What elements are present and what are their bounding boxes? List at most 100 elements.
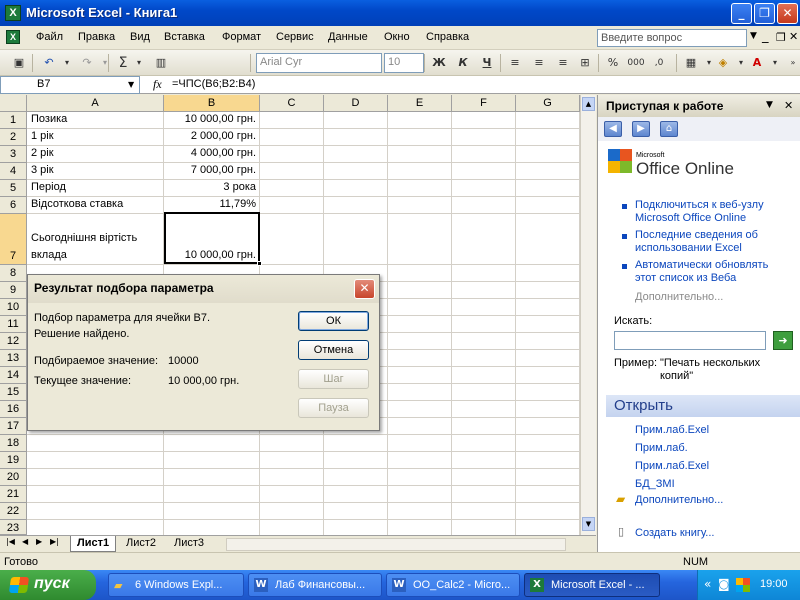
pause-button[interactable]: Пауза: [298, 398, 369, 418]
row-header-19[interactable]: 19: [0, 452, 27, 469]
menu-window[interactable]: Окно: [384, 31, 410, 43]
row-header-7[interactable]: 7: [0, 214, 27, 265]
minimize-button[interactable]: _: [731, 3, 752, 24]
search-go-icon[interactable]: ➜: [773, 331, 793, 350]
column-header-g[interactable]: G: [516, 95, 580, 112]
cell-a5[interactable]: Період: [31, 181, 66, 193]
show-hidden-icons-icon[interactable]: «: [704, 577, 711, 591]
first-sheet-icon[interactable]: |◀: [6, 537, 15, 546]
column-header-a[interactable]: A: [27, 95, 164, 112]
align-right-icon[interactable]: ≡: [554, 54, 572, 72]
last-sheet-icon[interactable]: ▶|: [50, 537, 59, 546]
network-icon[interactable]: ◙: [718, 577, 730, 591]
row-header-17[interactable]: 17: [0, 418, 27, 435]
cell-b3[interactable]: 4 000,00 грн.: [164, 147, 256, 159]
redo-icon[interactable]: ↷: [78, 54, 96, 72]
bold-button[interactable]: Ж: [430, 54, 448, 72]
link-autoupdate-line2[interactable]: этот список из Веба: [635, 272, 736, 285]
borders-icon[interactable]: ▦: [682, 54, 700, 72]
row-header-23[interactable]: 23: [0, 520, 27, 535]
row-header-18[interactable]: 18: [0, 435, 27, 452]
fill-color-icon[interactable]: ◈: [714, 54, 732, 72]
search-input[interactable]: [614, 331, 766, 350]
font-name-select[interactable]: Arial Cyr: [256, 53, 382, 73]
cell-a2[interactable]: 1 рік: [31, 130, 54, 142]
scroll-down-icon[interactable]: ▼: [582, 517, 595, 531]
cell-a7-line2[interactable]: вклада: [31, 249, 67, 261]
italic-button[interactable]: К: [454, 54, 472, 72]
font-size-select[interactable]: 10: [384, 53, 424, 73]
cell-b5[interactable]: 3 рока: [164, 181, 256, 193]
chart-wizard-icon[interactable]: ▥: [152, 54, 170, 72]
next-sheet-icon[interactable]: ▶: [36, 537, 42, 546]
percent-button[interactable]: %: [604, 54, 622, 72]
close-button[interactable]: ✕: [777, 3, 798, 24]
recent-file-1[interactable]: Прим.лаб.Exel: [635, 424, 709, 437]
doc-close-icon[interactable]: ✕: [789, 30, 798, 43]
cell-b1[interactable]: 10 000,00 грн.: [164, 113, 256, 125]
cell-a4[interactable]: 3 рік: [31, 164, 54, 176]
task-excel[interactable]: Microsoft Excel - ...: [524, 573, 660, 597]
row-header-5[interactable]: 5: [0, 180, 27, 197]
select-all-corner[interactable]: [0, 95, 27, 112]
step-button[interactable]: Шаг: [298, 369, 369, 389]
font-color-dropdown-icon[interactable]: ▾: [766, 54, 784, 72]
row-header-3[interactable]: 3: [0, 146, 27, 163]
doc-restore-icon[interactable]: ❐: [776, 31, 786, 44]
cell-a1[interactable]: Позика: [31, 113, 67, 125]
tab-sheet3[interactable]: Лист3: [168, 536, 210, 552]
ok-button[interactable]: ОК: [298, 311, 369, 331]
doc-minimize-icon[interactable]: _: [762, 29, 769, 44]
cancel-button[interactable]: Отмена: [298, 340, 369, 360]
link-create-workbook[interactable]: Создать книгу...: [635, 527, 714, 540]
align-center-icon[interactable]: ≡: [530, 54, 548, 72]
font-color-icon[interactable]: A: [748, 54, 766, 72]
autosum-dropdown-icon[interactable]: ▾: [130, 54, 148, 72]
row-header-15[interactable]: 15: [0, 384, 27, 401]
excel-app-icon[interactable]: X: [5, 5, 21, 21]
menu-help[interactable]: Справка: [426, 31, 469, 43]
name-box[interactable]: B7: [0, 76, 140, 94]
recent-file-2[interactable]: Прим.лаб.: [635, 442, 688, 455]
home-icon[interactable]: ⌂: [660, 121, 678, 137]
cell-a7-line1[interactable]: Сьогоднішня віртість: [31, 232, 137, 244]
underline-button[interactable]: Ч: [478, 54, 496, 72]
column-header-f[interactable]: F: [452, 95, 516, 112]
link-open-more[interactable]: Дополнительно...: [635, 494, 723, 507]
thousands-button[interactable]: 000: [624, 54, 648, 72]
menu-file[interactable]: Файл: [36, 31, 63, 43]
link-latest-line1[interactable]: Последние сведения об: [635, 229, 758, 242]
column-header-d[interactable]: D: [324, 95, 388, 112]
row-header-20[interactable]: 20: [0, 469, 27, 486]
menu-view[interactable]: Вид: [130, 31, 150, 43]
prev-sheet-icon[interactable]: ◀: [22, 537, 28, 546]
link-more-online[interactable]: Дополнительно...: [635, 291, 723, 304]
task-windows-explorer[interactable]: 6 Windows Expl...: [108, 573, 244, 597]
formula-input[interactable]: =ЧПС(B6;B2:B4): [172, 78, 255, 90]
vertical-scrollbar[interactable]: ▲ ▼: [580, 95, 596, 535]
row-header-14[interactable]: 14: [0, 367, 27, 384]
horizontal-scrollbar[interactable]: [226, 538, 566, 551]
link-latest-line2[interactable]: использовании Excel: [635, 242, 742, 255]
forward-icon[interactable]: ▶: [632, 121, 650, 137]
cell-b4[interactable]: 7 000,00 грн.: [164, 164, 256, 176]
fill-handle[interactable]: [257, 261, 262, 266]
task-word-doc[interactable]: Лаб Финансовы...: [248, 573, 382, 597]
recent-file-4[interactable]: БД_ЗМІ: [635, 478, 675, 491]
row-header-2[interactable]: 2: [0, 129, 27, 146]
save-icon[interactable]: ▣: [10, 54, 28, 72]
tab-sheet2[interactable]: Лист2: [120, 536, 162, 552]
menu-insert[interactable]: Вставка: [164, 31, 205, 43]
undo-dropdown-icon[interactable]: ▾: [58, 54, 76, 72]
insert-function-icon[interactable]: fx: [153, 77, 162, 92]
redo-dropdown-icon[interactable]: ▾: [96, 54, 114, 72]
row-header-11[interactable]: 11: [0, 316, 27, 333]
cell-b6[interactable]: 11,79%: [164, 198, 257, 210]
row-header-1[interactable]: 1: [0, 112, 27, 129]
name-box-dropdown-icon[interactable]: ▼: [128, 80, 134, 89]
cell-a6[interactable]: Відсоткова ставка: [31, 198, 123, 210]
recent-file-3[interactable]: Прим.лаб.Exel: [635, 460, 709, 473]
tab-sheet1[interactable]: Лист1: [70, 536, 117, 552]
link-autoupdate-line1[interactable]: Автоматически обновлять: [635, 259, 768, 272]
row-header-22[interactable]: 22: [0, 503, 27, 520]
